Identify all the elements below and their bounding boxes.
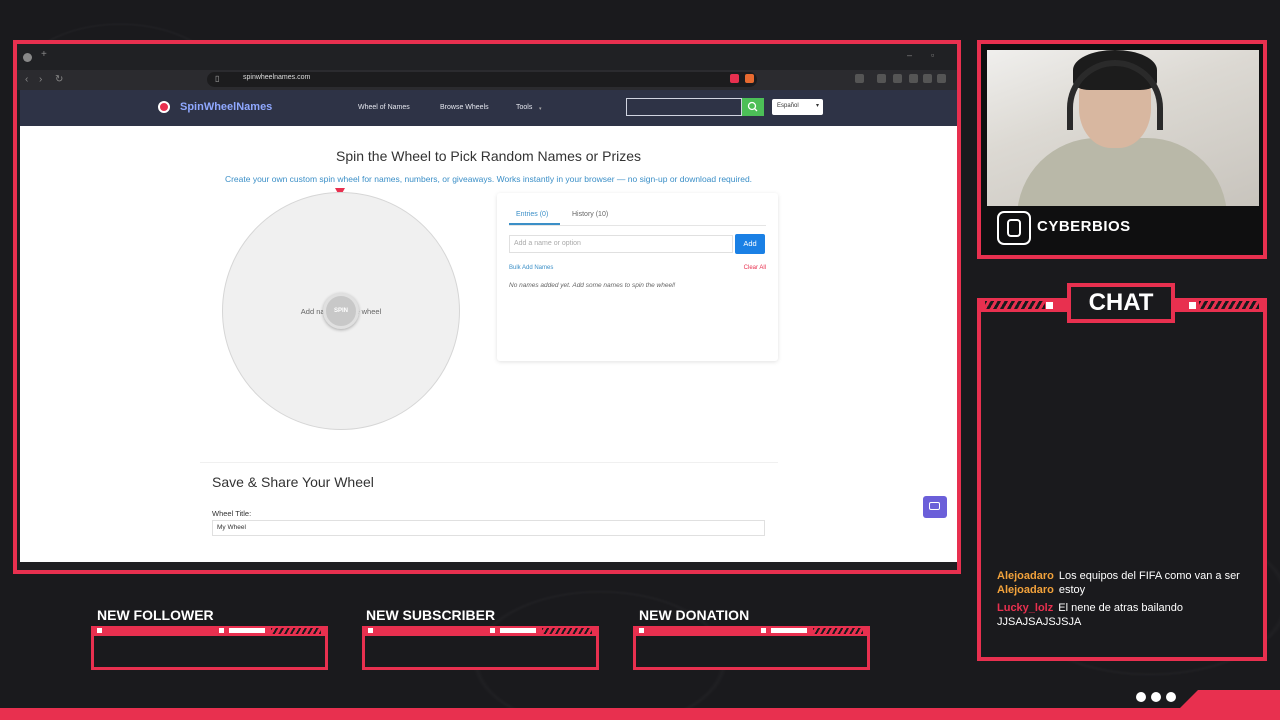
tab-favicon-icon[interactable] [23,53,32,62]
back-icon[interactable]: ‹ [25,74,28,85]
logo-target-icon[interactable] [158,101,170,113]
alert-topbar [633,626,870,636]
url-text: spinwheelnames.com [243,74,311,81]
chat-corner-square [1189,302,1196,309]
webcam-video [987,50,1259,206]
chat-text: estoy [1058,584,1086,596]
webcam-frame: CYBERBIOS [977,40,1267,259]
alert-subscriber-box [362,626,599,670]
extension-shield-icon[interactable] [730,74,739,83]
stripe-decoration [1199,301,1259,309]
browser-tabbar: + – ▫ [17,44,957,70]
tab-history[interactable]: History (10) [572,211,608,218]
chat-username: Lucky_lolz [997,602,1054,614]
chat-bubble-icon[interactable] [923,496,947,518]
dot-decoration [1166,692,1176,702]
dot-decoration [1136,692,1146,702]
active-tab-indicator [509,223,560,225]
maximize-icon[interactable]: ▫ [931,50,934,60]
bookmark-icon[interactable]: ▯ [215,74,219,83]
cyberbios-logo-icon [997,211,1031,245]
chat-corner-square [1046,302,1053,309]
bottom-bar [0,708,1280,720]
chevron-down-icon: ▾ [815,103,819,109]
tab-divider [509,225,766,226]
search-input[interactable] [626,98,742,116]
chat-messages: Alejoadaro Los equipos del FIFA como van … [997,569,1249,629]
spin-wheel[interactable]: Add names to the wheel SPIN [222,192,460,430]
tab-entries[interactable]: Entries (0) [516,211,548,218]
empty-state-message: No names added yet. Add some names to sp… [509,282,676,289]
save-share-title: Save & Share Your Wheel [212,474,374,490]
alert-donation-title: NEW DONATION [639,607,750,623]
dot-decoration [1151,692,1161,702]
address-bar: ‹ › ↻ ▯ spinwheelnames.com [17,70,957,90]
forward-icon[interactable]: › [39,74,42,85]
nav-tools[interactable]: Tools [516,104,532,111]
nav-browse-wheels[interactable]: Browse Wheels [440,104,489,111]
entries-panel: Entries (0) History (10) Add a name or o… [497,193,778,361]
search-icon [747,101,758,112]
new-tab-icon[interactable]: + [41,49,47,60]
chat-title-box: CHAT [1067,283,1175,323]
alert-follower-title: NEW FOLLOWER [97,607,214,623]
add-button[interactable]: Add [735,234,765,254]
chat-username: Alejoadaro [997,584,1054,596]
extension-alert-icon[interactable] [745,74,754,83]
minimize-icon[interactable]: – [907,50,912,60]
wheel-title-label: Wheel Title: [212,509,252,518]
language-select[interactable]: Español ▾ [772,99,823,115]
url-field[interactable]: ▯ spinwheelnames.com [207,72,757,87]
chat-message: Lucky_lolz El nene de atras bailando JJSA… [997,601,1249,629]
extension-icon[interactable] [855,74,864,83]
sidebar-icon[interactable] [893,74,902,83]
stripe-decoration [985,301,1045,309]
site-logo[interactable]: SpinWheelNames [180,101,272,113]
brand-name: CYBERBIOS [1037,218,1131,235]
extension-icon[interactable] [909,74,918,83]
chat-text: Los equipos del FIFA como van a ser [1058,570,1240,582]
alert-follower-box [91,626,328,670]
streamer-body [1017,138,1227,206]
spin-button[interactable]: SPIN [323,293,359,329]
website-viewport: SpinWheelNames Wheel of Names Browse Whe… [20,90,957,562]
chat-message: Alejoadaro estoy [997,583,1249,597]
wheel-title-input[interactable]: My Wheel [212,520,765,536]
alert-topbar [362,626,599,636]
chat-username: Alejoadaro [997,570,1054,582]
site-header: SpinWheelNames Wheel of Names Browse Whe… [20,90,957,126]
page-title: Spin the Wheel to Pick Random Names or P… [335,148,641,164]
chat-message: Alejoadaro Los equipos del FIFA como van … [997,569,1249,583]
alert-donation-box [633,626,870,670]
clear-all-link[interactable]: Clear All [744,265,766,271]
brand-bar: CYBERBIOS [987,206,1259,251]
nav-wheel-of-names[interactable]: Wheel of Names [358,104,410,111]
browser-capture-frame: + – ▫ ‹ › ↻ ▯ spinwheelnames.com SpinWhe… [13,40,961,574]
entry-input[interactable]: Add a name or option [509,235,733,253]
bulk-add-link[interactable]: Bulk Add Names [509,265,553,271]
alert-topbar [91,626,328,636]
language-value: Español [777,103,799,109]
reload-icon[interactable]: ↻ [55,74,63,85]
chevron-down-icon: ▾ [539,106,542,112]
page-subtitle: Create your own custom spin wheel for na… [224,174,753,184]
alert-subscriber-title: NEW SUBSCRIBER [366,607,496,623]
extension-icon[interactable] [877,74,886,83]
search-button[interactable] [742,98,764,116]
menu-icon[interactable] [937,74,946,83]
chat-title: CHAT [1088,289,1154,316]
extension-icon[interactable] [923,74,932,83]
